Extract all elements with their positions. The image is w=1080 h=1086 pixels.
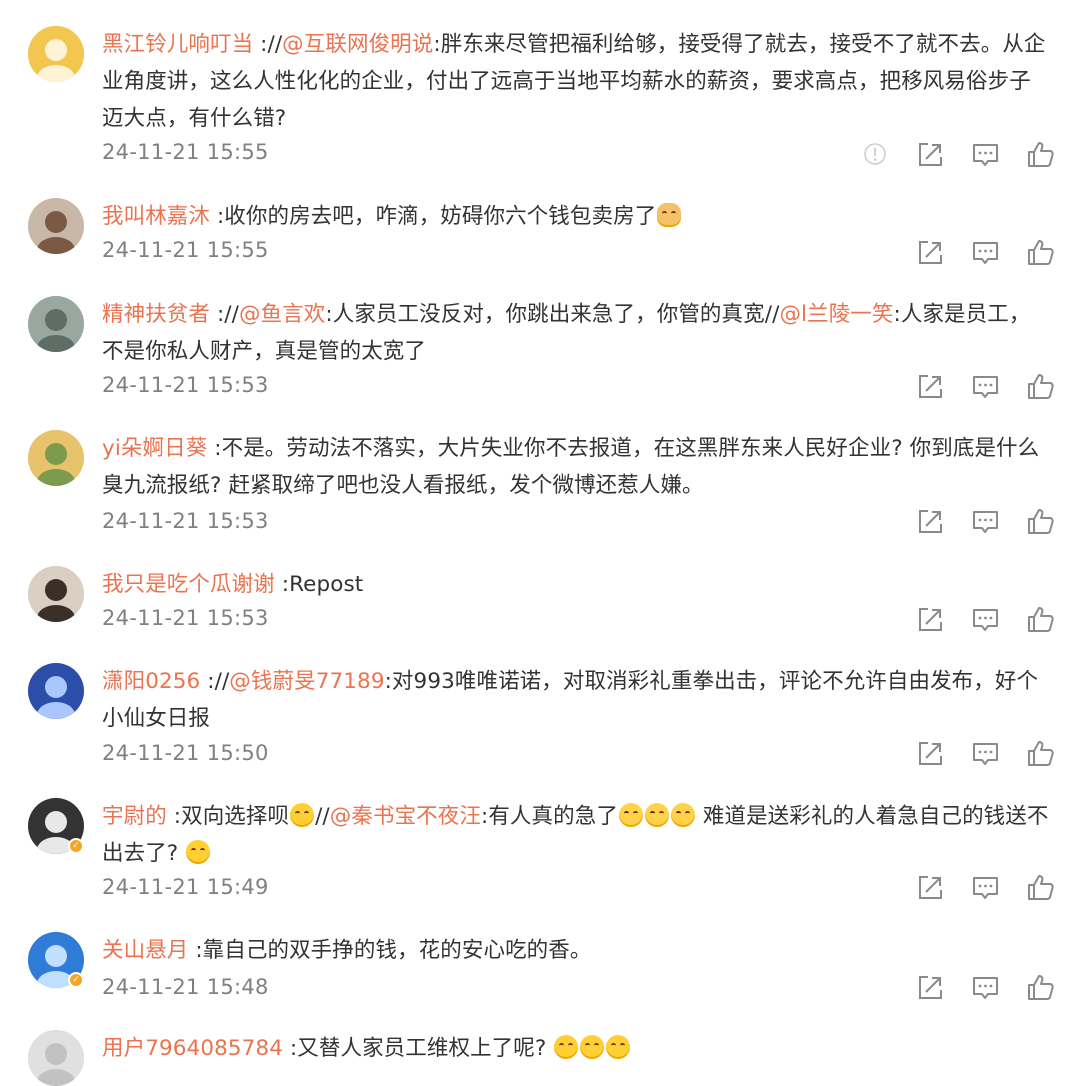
comment-text: 黑江铃儿响叮当 ://@互联网俊明说:胖东来尽管把福利给够，接受得了就去，接受不… [102,26,1052,137]
repost-icon[interactable] [915,506,946,537]
comment-text: 用户7964085784 :又替人家员工维权上了呢? [102,1030,1052,1067]
comment-text: 潇阳0256 ://@钱蔚旻77189:对993唯唯诺诺，对取消彩礼重拳出击，评… [102,663,1052,737]
comment-actions [915,738,1056,768]
comment-text-segment: :双向选择呗 [166,804,290,829]
hot-emoji-icon [186,840,211,864]
comment-icon[interactable] [970,972,1001,1003]
repost-icon[interactable] [915,371,946,402]
comment-timestamp: 24-11-21 15:48 [102,975,269,999]
smile-emoji-icon [580,1035,605,1059]
comment-text-segment: :// [210,302,239,327]
like-icon[interactable] [1025,872,1056,903]
comment-text-segment: :靠自己的双手挣的钱，花的安心吃的香。 [188,938,592,963]
like-icon[interactable] [1025,237,1056,268]
comment-text-segment: :人家员工没反对，你跳出来急了，你管的真宽// [325,302,780,327]
comment-timestamp: 24-11-21 15:50 [102,741,269,765]
username-link[interactable]: 潇阳0256 [102,669,200,694]
mention-link[interactable]: @钱蔚旻77189 [229,669,384,694]
repost-icon[interactable] [915,972,946,1003]
comment-actions [915,237,1056,267]
comment-icon[interactable] [970,237,1001,268]
username-link[interactable]: 用户7964085784 [102,1036,283,1061]
username-link[interactable]: 我只是吃个瓜谢谢 [102,572,275,597]
avatar[interactable] [28,430,84,486]
comment-text-segment: :// [253,32,283,57]
comment-text-segment: :不是。劳动法不落实，大片失业你不去报道，在这黑胖东来人民好企业? 你到底是什么… [102,436,1040,498]
verified-badge-icon: ✓ [68,972,84,988]
repost-icon[interactable] [915,604,946,635]
avatar[interactable] [28,566,84,622]
comment-text-segment: :又替人家员工维权上了呢? [283,1036,554,1061]
comment-actions [915,972,1056,1002]
comment-text-segment: :有人真的急了 [480,804,618,829]
username-link[interactable]: 黑江铃儿响叮当 [102,32,253,57]
verified-badge-icon: ✓ [68,838,84,854]
comment-icon[interactable] [970,371,1001,402]
smile-emoji-icon [554,1035,579,1059]
like-icon[interactable] [1025,604,1056,635]
comment-text: 我叫林嘉沐 :收你的房去吧，咋滴，妨碍你六个钱包卖房了 [102,198,1052,235]
comment-text: 精神扶贫者 ://@鱼言欢:人家员工没反对，你跳出来急了，你管的真宽//@l兰陵… [102,296,1052,370]
comment-timestamp: 24-11-21 15:55 [102,238,269,262]
like-icon[interactable] [1025,506,1056,537]
avatar[interactable] [28,26,84,82]
comment-icon[interactable] [970,604,1001,635]
comment-timestamp: 24-11-21 15:49 [102,875,269,899]
comment-timestamp: 24-11-21 15:53 [102,373,269,397]
comment-text-segment: :收你的房去吧，咋滴，妨碍你六个钱包卖房了 [210,204,657,229]
cry-emoji-icon [670,803,695,827]
username-link[interactable]: yi朵婀日葵 [102,436,207,461]
comment-text: yi朵婀日葵 :不是。劳动法不落实，大片失业你不去报道，在这黑胖东来人民好企业?… [102,430,1052,504]
like-icon[interactable] [1025,972,1056,1003]
like-icon[interactable] [1025,738,1056,769]
comment-icon[interactable] [970,139,1001,170]
repost-icon[interactable] [915,237,946,268]
comment-text: 我只是吃个瓜谢谢 :Repost [102,566,1052,603]
comment-text-segment: :// [200,669,230,694]
repost-icon[interactable] [915,872,946,903]
comment-actions [915,604,1056,634]
smile-emoji-icon [606,1035,631,1059]
comment-text-segment: :Repost [274,572,364,597]
avatar[interactable] [28,663,84,719]
comment-text-segment: // [315,804,330,829]
avatar[interactable] [28,296,84,352]
comment-timestamp: 24-11-21 15:53 [102,606,269,630]
comment-timestamp: 24-11-21 15:55 [102,140,269,164]
cry-emoji-icon [618,803,643,827]
comment-icon[interactable] [970,506,1001,537]
repost-icon[interactable] [915,139,946,170]
mention-link[interactable]: @秦书宝不夜汪 [330,804,481,829]
cry-emoji-icon [644,803,669,827]
avatar[interactable] [28,198,84,254]
comment-text: 宇尉的 :双向选择呗//@秦书宝不夜汪:有人真的急了 难道是送彩礼的人着急自己的… [102,798,1052,872]
like-icon[interactable] [1025,139,1056,170]
comment-actions [915,371,1056,401]
username-link[interactable]: 关山悬月 [102,938,188,963]
report-icon[interactable] [860,139,891,170]
comment-icon[interactable] [970,738,1001,769]
username-link[interactable]: 宇尉的 [102,804,167,829]
comment-text: 关山悬月 :靠自己的双手挣的钱，花的安心吃的香。 [102,932,1052,969]
mention-link[interactable]: @鱼言欢 [239,302,325,327]
dog-emoji-icon [657,203,682,227]
comment-timestamp: 24-11-21 15:53 [102,509,269,533]
comment-icon[interactable] [970,872,1001,903]
mention-link[interactable]: @l兰陵一笑 [779,302,893,327]
username-link[interactable]: 精神扶贫者 [102,302,210,327]
comment-actions [860,139,1056,169]
comment-actions [915,872,1056,902]
mention-link[interactable]: @互联网俊明说 [282,32,433,57]
comment-actions [915,506,1056,536]
username-link[interactable]: 我叫林嘉沐 [102,204,210,229]
repost-icon[interactable] [915,738,946,769]
like-icon[interactable] [1025,371,1056,402]
smirk-emoji-icon [290,803,315,827]
